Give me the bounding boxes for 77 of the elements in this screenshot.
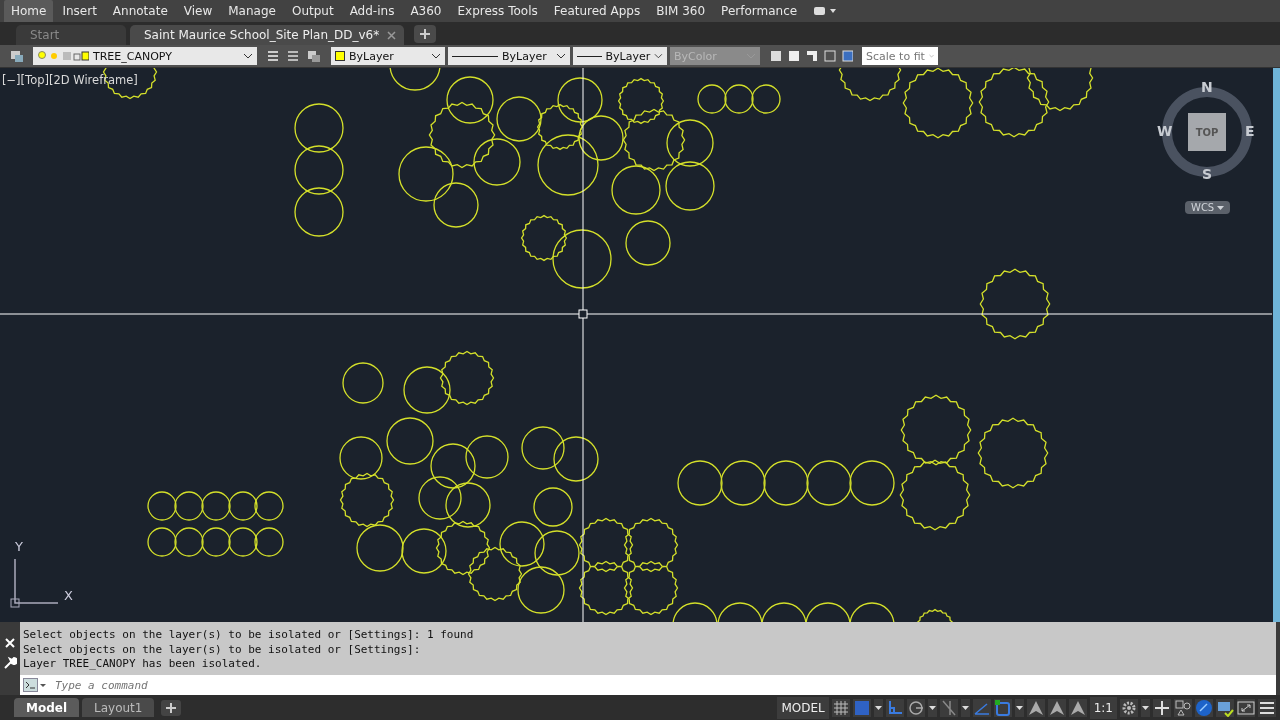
layer-dropdown[interactable]: TREE_CANOPY	[33, 47, 257, 65]
menu-icon[interactable]	[1258, 698, 1276, 717]
polar-tracking-icon[interactable]	[906, 698, 925, 717]
ribbon-tab[interactable]: Output	[284, 0, 341, 22]
caret-icon[interactable]	[873, 698, 883, 717]
annotation-figure-icon[interactable]	[1068, 698, 1087, 717]
document-tab-label: Start	[30, 28, 60, 42]
annotation-scale-button[interactable]: 1:1	[1089, 696, 1117, 719]
caret-icon[interactable]	[960, 698, 970, 717]
y-axis-label: Y	[15, 539, 23, 554]
wrench-icon[interactable]	[3, 656, 17, 670]
ribbon-tab[interactable]: Home	[4, 0, 54, 22]
fullscreen-icon[interactable]	[1237, 698, 1255, 717]
right-angle-icon[interactable]	[885, 698, 904, 717]
ribbon-tab[interactable]: Add-ins	[342, 0, 402, 22]
ribbon-tab[interactable]: Insert	[55, 0, 104, 22]
ribbon-tab[interactable]: BIM 360	[649, 0, 713, 22]
color-value: ByLayer	[349, 49, 395, 63]
linetype-dropdown[interactable]: ByLayer	[448, 47, 570, 65]
linetype-value: ByLayer	[502, 49, 548, 63]
scale-dropdown[interactable]: Scale to fit	[862, 47, 938, 65]
grid-icon[interactable]	[831, 698, 850, 717]
vertical-scrollbar[interactable]	[1273, 68, 1280, 622]
document-tab-label: Saint Maurice School_Site Plan_DD_v6*	[144, 28, 380, 42]
command-prompt-icon[interactable]	[23, 678, 47, 692]
layer-properties-icon[interactable]	[10, 49, 24, 63]
clean-screen-icon[interactable]	[1195, 698, 1213, 717]
settings-icon[interactable]	[1120, 698, 1138, 717]
ribbon-tab[interactable]: A360	[403, 0, 449, 22]
ucs-menu[interactable]: WCS	[1185, 201, 1231, 214]
caret-icon	[431, 53, 441, 59]
hardware-acceleration-icon[interactable]	[1216, 698, 1234, 717]
annotation-figure-icon[interactable]	[1026, 698, 1045, 717]
ribbon-tab[interactable]: Manage	[221, 0, 283, 22]
workspace-caret-icon[interactable]	[812, 5, 837, 17]
ribbon-tab[interactable]: Featured Apps	[546, 0, 648, 22]
crossed-lines-icon[interactable]	[939, 698, 958, 717]
document-tab[interactable]: Saint Maurice School_Site Plan_DD_v6*	[130, 25, 405, 45]
color-dropdown[interactable]: ByLayer	[331, 47, 445, 65]
caret-icon[interactable]	[1014, 698, 1024, 717]
lineweight-dropdown[interactable]: ByLayer	[573, 47, 667, 65]
ucs-menu-label: WCS	[1191, 202, 1215, 213]
layer-name: TREE_CANOPY	[93, 49, 173, 63]
ribbon-tab[interactable]: Performance	[714, 0, 805, 22]
scale-value: Scale to fit	[866, 49, 925, 63]
layer-state-icon	[37, 50, 89, 62]
caret-icon	[928, 53, 934, 59]
layout-tab[interactable]: Model	[14, 698, 80, 717]
caret-icon[interactable]	[1141, 698, 1150, 717]
command-input-field[interactable]: Type a command	[53, 677, 1276, 693]
layout-tab[interactable]: Layout1	[82, 698, 155, 717]
compass-east[interactable]: E	[1245, 123, 1255, 139]
compass-west[interactable]: W	[1157, 123, 1173, 139]
caret-icon	[556, 53, 566, 59]
new-tab-button[interactable]	[414, 25, 437, 43]
caret-icon	[243, 53, 253, 59]
shapes-icon[interactable]	[1174, 698, 1192, 717]
compass-south[interactable]: S	[1202, 166, 1213, 182]
command-history-line: Select objects on the layer(s) to be isolated or [Settings]:	[23, 642, 422, 657]
add-layout-button[interactable]	[161, 699, 182, 716]
caret-icon[interactable]	[927, 698, 937, 717]
ribbon-tab[interactable]: Annotate	[105, 0, 175, 22]
caret-icon	[654, 53, 663, 59]
object-snap-icon[interactable]	[993, 698, 1012, 717]
x-axis-label: X	[64, 588, 73, 603]
viewport-tools-icon[interactable]	[769, 49, 853, 63]
command-history-line: Layer TREE_CANOPY has been isolated.	[23, 657, 263, 672]
plus-icon[interactable]	[1153, 698, 1171, 717]
ribbon-tab[interactable]: Express Tools	[450, 0, 545, 22]
command-history-line: Select objects on the layer(s) to be isolated or [Settings]: 1 found	[23, 628, 475, 643]
annotation-figure-icon[interactable]	[1047, 698, 1066, 717]
layer-tools-icon[interactable]	[266, 49, 322, 63]
lineweight-value: ByLayer	[605, 49, 651, 63]
caret-icon	[1217, 205, 1225, 210]
model-space-button[interactable]: MODEL	[777, 696, 829, 719]
ribbon-tab[interactable]: View	[176, 0, 220, 22]
compass-north[interactable]: N	[1201, 79, 1213, 95]
